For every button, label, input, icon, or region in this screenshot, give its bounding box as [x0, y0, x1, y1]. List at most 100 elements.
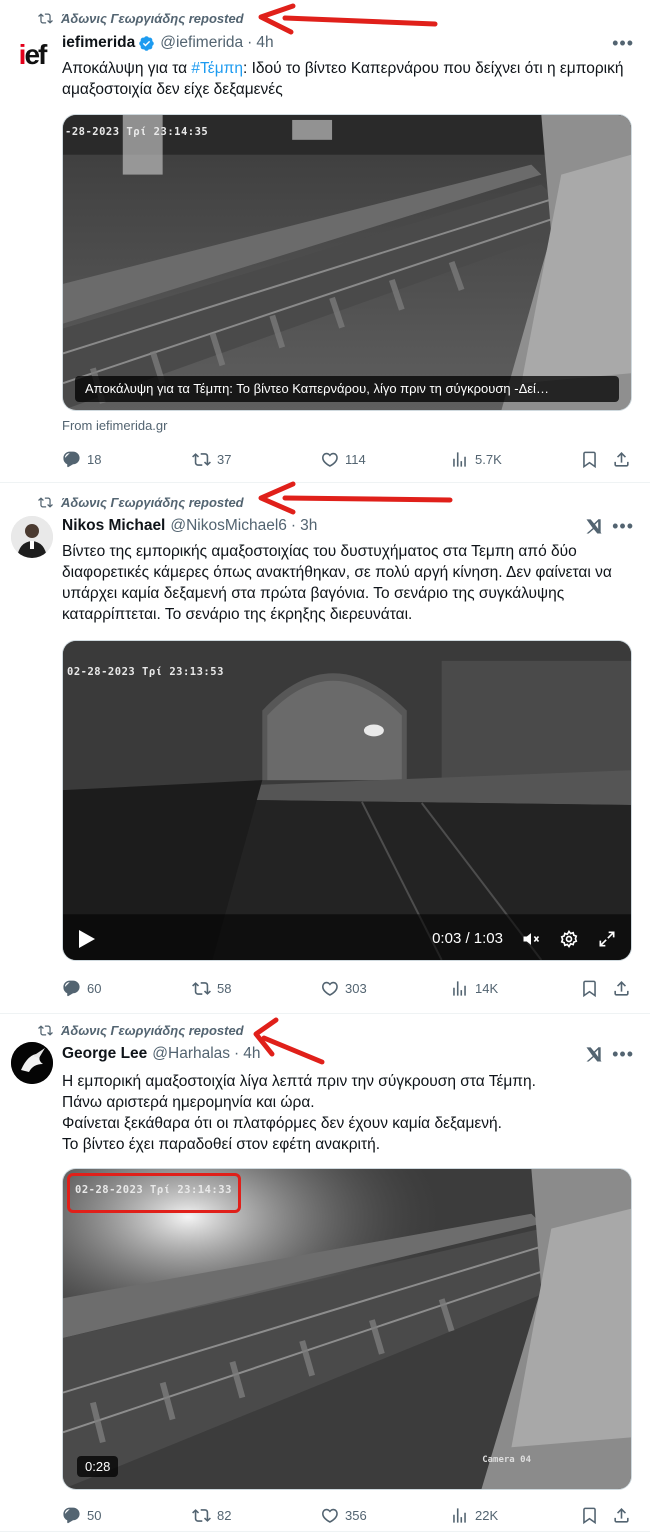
like-icon [322, 981, 338, 996]
tweet-text: Η εμπορική αμαξοστοιχία λίγα λεπτά πριν … [62, 1071, 636, 1155]
text-segment: Αποκάλυψη για τα [62, 60, 192, 77]
repost-button[interactable]: 82 [192, 1506, 231, 1525]
reply-button[interactable]: 60 [62, 979, 101, 998]
views-count: 22K [475, 1508, 499, 1523]
text-line: Πάνω αριστερά ημερομηνία και ώρα. [62, 1094, 315, 1111]
repost-count: 82 [217, 1508, 232, 1523]
views-button[interactable]: 14K [450, 979, 498, 998]
avatar[interactable] [11, 516, 53, 558]
bookmark-icon [583, 980, 596, 998]
reply-count: 18 [87, 452, 102, 467]
author-handle[interactable]: @Harhalas [152, 1045, 230, 1063]
verified-badge-icon [139, 35, 154, 51]
reply-button[interactable]: 50 [62, 1506, 101, 1525]
video-timestamp: 02-28-2023 Τρί 23:13:53 [67, 666, 224, 678]
author-name[interactable]: iefimerida [62, 34, 135, 52]
like-count: 303 [345, 981, 367, 996]
views-icon [453, 452, 466, 467]
reply-button[interactable]: 18 [62, 450, 101, 469]
share-icon [614, 1508, 629, 1523]
more-icon[interactable]: ••• [612, 1044, 634, 1065]
more-icon[interactable]: ••• [612, 516, 634, 537]
repost-context[interactable]: Άδωνις Γεωργιάδης reposted [38, 493, 244, 511]
views-icon [453, 981, 466, 996]
player-controls: 0:03 / 1:03 [63, 918, 631, 960]
video-timestamp: -28-2023 Τρί 23:14:35 [65, 126, 209, 138]
bookmark-icon [583, 451, 596, 469]
repost-icon [38, 12, 53, 24]
text-line: Φαίνεται ξεκάθαρα ότι οι πλατφόρμες δεν … [62, 1115, 502, 1132]
share-button[interactable] [612, 1506, 631, 1525]
tweet-header: iefimerida @iefimerida · 4h ••• [62, 33, 634, 53]
repost-icon [192, 1509, 211, 1522]
timestamp[interactable]: 3h [300, 517, 317, 535]
timestamp[interactable]: 4h [243, 1045, 260, 1063]
tweet-iefimerida[interactable]: Άδωνις Γεωργιάδης reposted ief iefimerid… [0, 0, 650, 483]
tweet-text: Βίντεο της εμπορικής αμαξοστοιχίας του δ… [62, 543, 612, 623]
hashtag-link[interactable]: #Τέμπη [191, 60, 243, 77]
duration-badge: 0:28 [77, 1456, 119, 1477]
like-count: 356 [345, 1508, 367, 1523]
author-handle[interactable]: @NikosMichael6 [170, 517, 287, 535]
repost-context[interactable]: Άδωνις Γεωργιάδης reposted [38, 9, 244, 27]
link-card-media[interactable]: -28-2023 Τρί 23:14:35 Αποκάλυψη για τα Τ… [62, 114, 632, 411]
settings-icon[interactable] [559, 929, 579, 949]
repost-count: 58 [217, 981, 232, 996]
separator: · [247, 34, 253, 51]
author-name[interactable]: George Lee [62, 1045, 147, 1063]
share-button[interactable] [612, 450, 631, 469]
action-bar: 50 82 356 22K [62, 1506, 632, 1528]
bookmark-button[interactable] [580, 1506, 599, 1525]
tweet-header: Nikos Michael @NikosMichael6 · 3h ••• [62, 516, 634, 536]
like-button[interactable]: 114 [320, 450, 366, 469]
video-still [63, 1169, 631, 1489]
reply-icon [63, 1507, 80, 1524]
fullscreen-icon[interactable] [597, 929, 617, 949]
share-icon [614, 981, 629, 996]
repost-button[interactable]: 58 [192, 979, 231, 998]
grok-icon[interactable] [584, 516, 604, 536]
avatar[interactable] [11, 1042, 53, 1084]
time-display: 0:03 / 1:03 [432, 930, 503, 947]
tweet-text: Αποκάλυψη για τα #Τέμπη: Ιδού το βίντεο … [62, 58, 636, 100]
tweet-nikos-michael[interactable]: Άδωνις Γεωργιάδης reposted Nikos Michael… [0, 483, 650, 1014]
card-source[interactable]: From iefimerida.gr [62, 418, 167, 433]
repost-icon [192, 982, 211, 995]
bookmark-button[interactable] [580, 450, 599, 469]
reply-icon [63, 980, 80, 997]
repost-context[interactable]: Άδωνις Γεωργιάδης reposted [38, 1021, 244, 1039]
video-still [63, 641, 631, 960]
share-icon [614, 452, 629, 467]
avatar-photo [11, 516, 53, 558]
repost-count: 37 [217, 452, 232, 467]
video-player[interactable]: 02-28-2023 Τρί 23:14:33 Camera 04 0:28 [62, 1168, 632, 1490]
mute-icon[interactable] [521, 929, 541, 949]
author-name[interactable]: Nikos Michael [62, 517, 165, 535]
video-still [63, 115, 631, 410]
annotation-highlight-box [67, 1173, 241, 1213]
reply-count: 60 [87, 981, 102, 996]
like-button[interactable]: 356 [320, 1506, 367, 1525]
share-button[interactable] [612, 979, 631, 998]
action-bar: 18 37 114 5.7K [62, 450, 632, 472]
repost-button[interactable]: 37 [192, 450, 231, 469]
author-handle[interactable]: @iefimerida [160, 34, 243, 52]
more-icon[interactable]: ••• [612, 33, 634, 54]
tweet-header: George Lee @Harhalas · 4h ••• [62, 1044, 634, 1064]
repost-icon [38, 496, 53, 508]
reply-count: 50 [87, 1508, 102, 1523]
views-button[interactable]: 5.7K [450, 450, 502, 469]
play-icon[interactable] [79, 930, 95, 948]
like-button[interactable]: 303 [320, 979, 367, 998]
card-title[interactable]: Αποκάλυψη για τα Τέμπη: Το βίντεο Καπερν… [75, 376, 619, 402]
avatar-photo [11, 1042, 53, 1084]
tweet-george-lee[interactable]: Άδωνις Γεωργιάδης reposted George Lee @H… [0, 1014, 650, 1532]
text-line: Το βίντεο έχει παραδοθεί στον εφέτη ανακ… [62, 1136, 381, 1153]
repost-icon [38, 1024, 53, 1036]
grok-icon[interactable] [584, 1044, 604, 1064]
views-button[interactable]: 22K [450, 1506, 498, 1525]
timestamp[interactable]: 4h [256, 34, 273, 52]
video-player[interactable]: 02-28-2023 Τρί 23:13:53 0:03 / 1:03 [62, 640, 632, 961]
avatar[interactable]: ief [11, 34, 53, 76]
bookmark-button[interactable] [580, 979, 599, 998]
